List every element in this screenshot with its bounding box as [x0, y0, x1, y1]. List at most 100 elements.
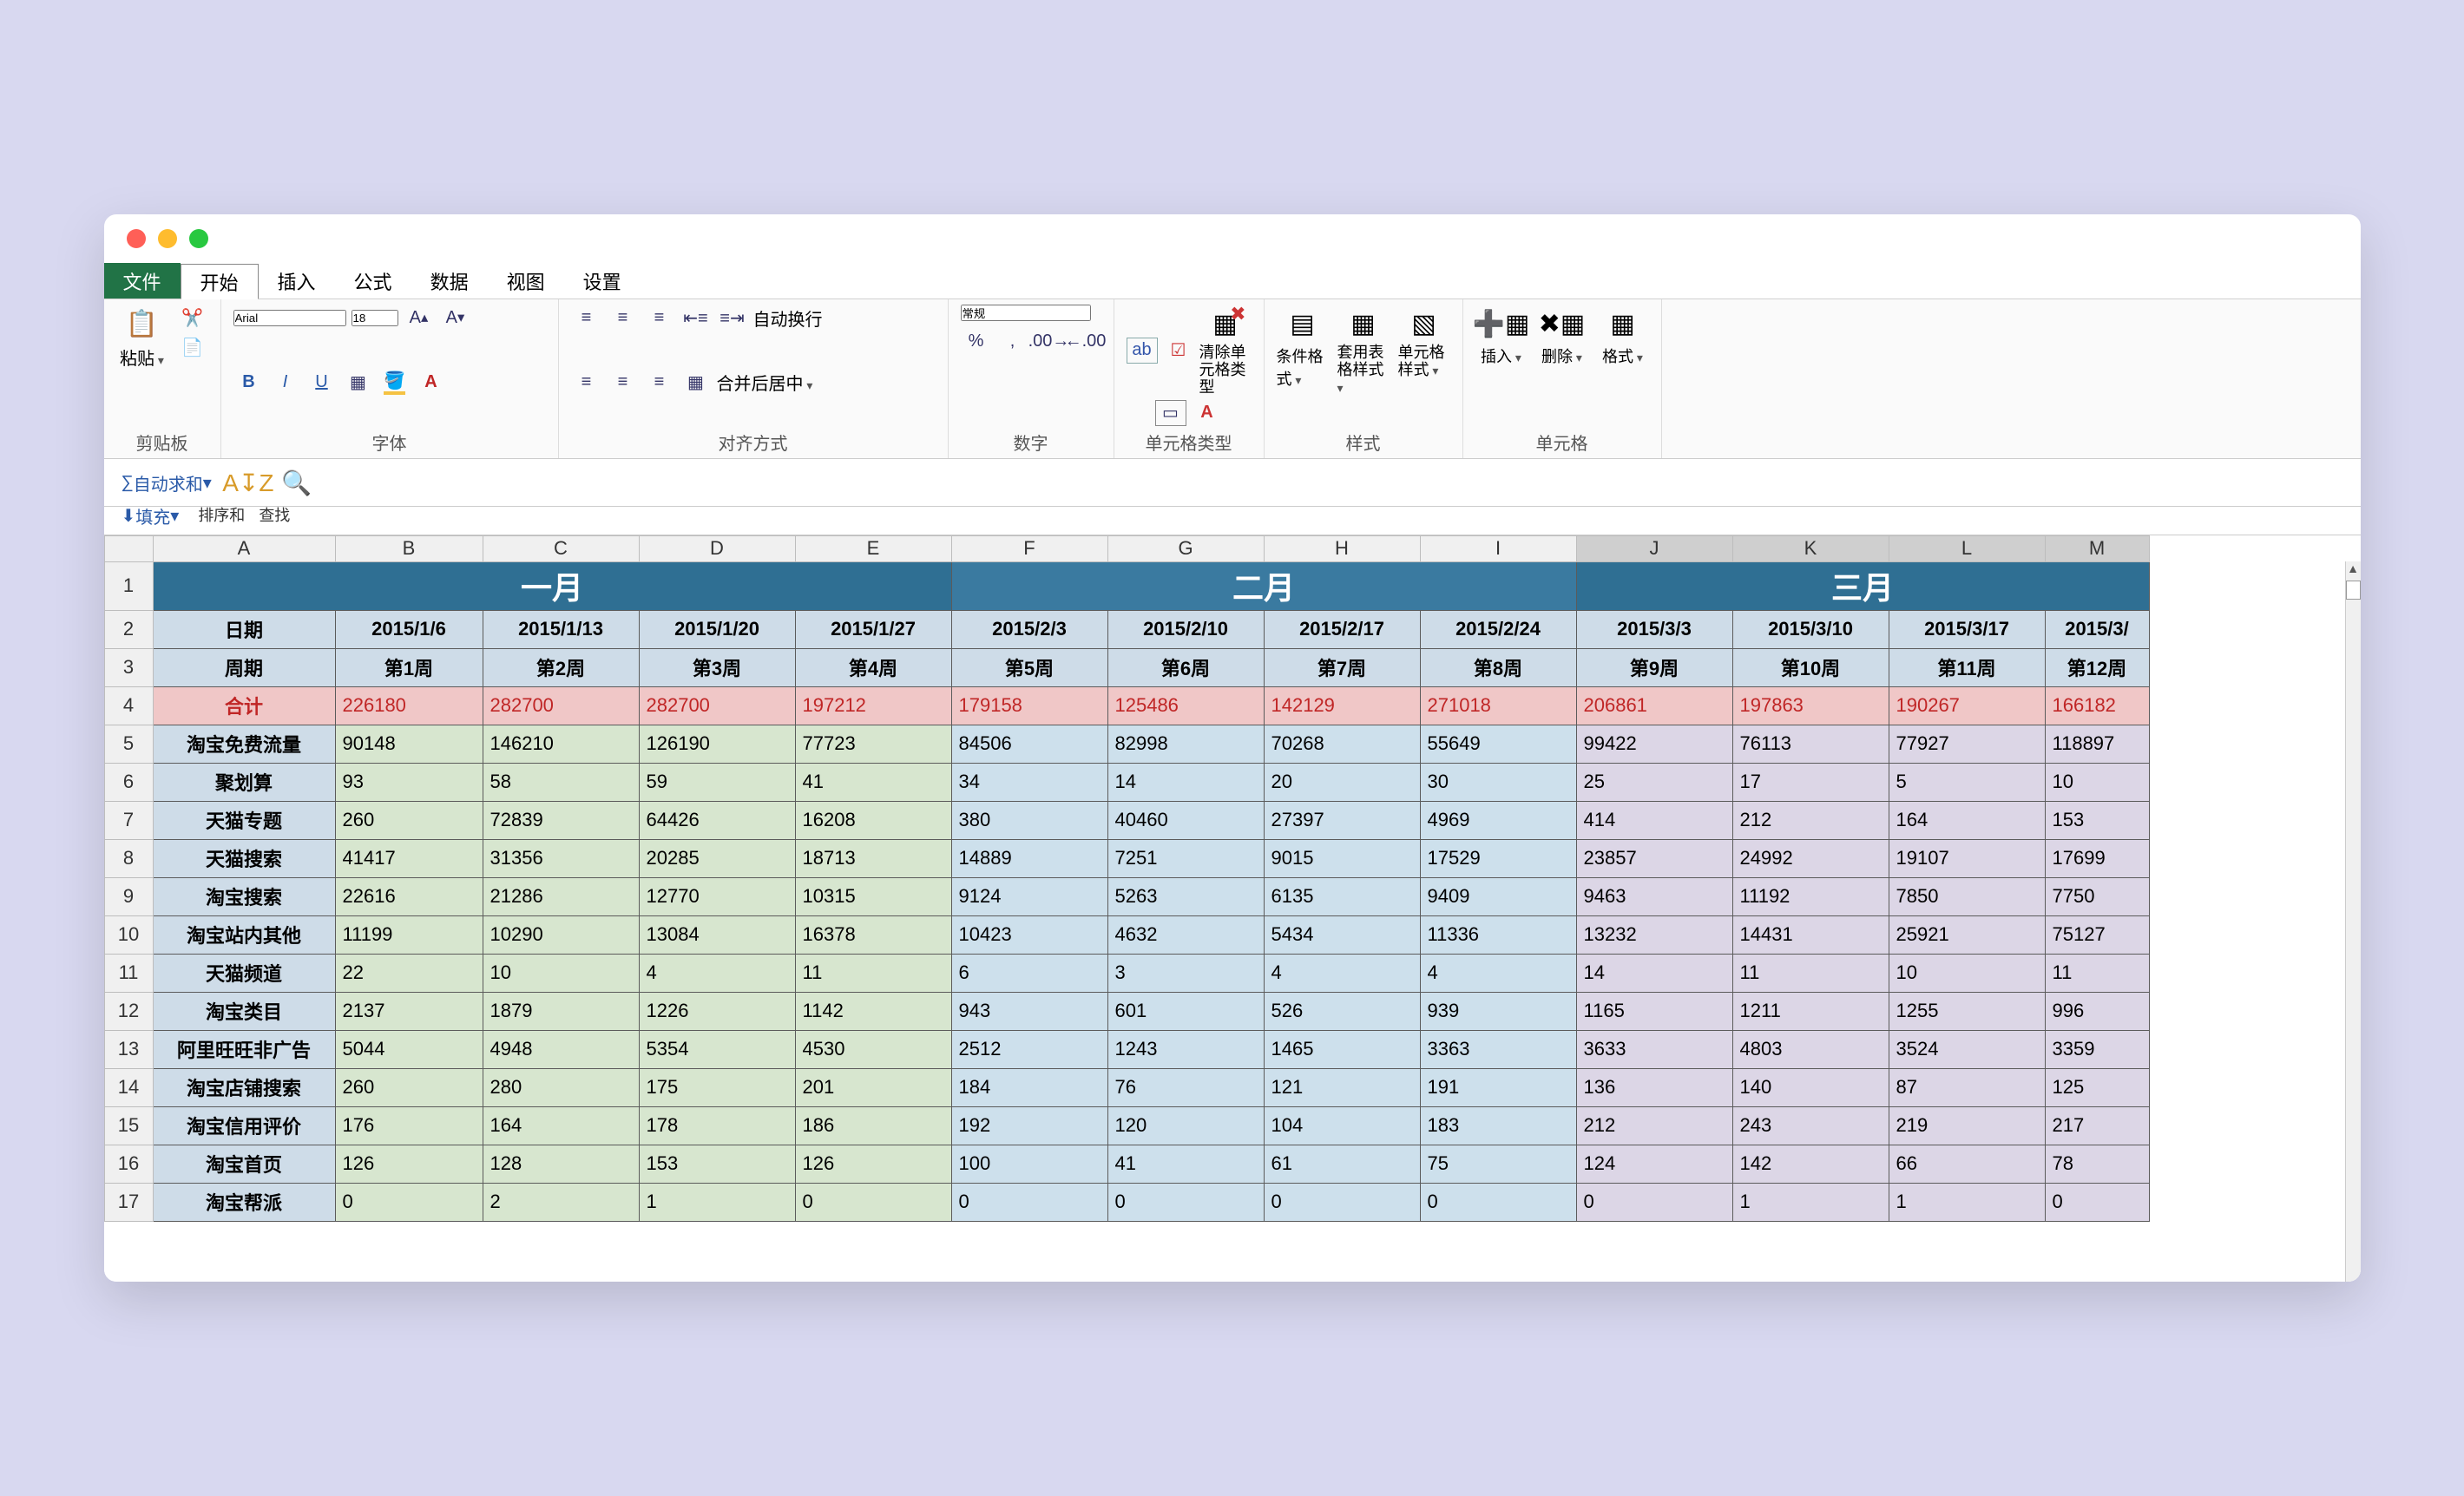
paste-button[interactable]: 📋 粘贴 [116, 305, 168, 370]
data-cell[interactable]: 6 [951, 954, 1107, 992]
data-cell[interactable]: 11 [1732, 954, 1889, 992]
data-cell[interactable]: 10 [1889, 954, 2045, 992]
align-right-button[interactable]: ≡ [644, 370, 675, 396]
data-cell[interactable]: 4632 [1107, 915, 1264, 954]
data-cell[interactable]: 414 [1576, 801, 1732, 839]
data-cell[interactable]: 27397 [1264, 801, 1420, 839]
column-header-B[interactable]: B [335, 535, 483, 561]
data-cell[interactable]: 1 [1889, 1183, 2045, 1221]
data-cell[interactable]: 59 [639, 763, 795, 801]
data-cell[interactable]: 126190 [639, 725, 795, 763]
data-cell[interactable]: 9124 [951, 877, 1107, 915]
data-cell[interactable]: 34 [951, 763, 1107, 801]
column-header-G[interactable]: G [1107, 535, 1264, 561]
date-cell[interactable]: 2015/1/6 [335, 610, 483, 648]
data-cell[interactable]: 124 [1576, 1145, 1732, 1183]
select-all-corner[interactable] [104, 535, 153, 561]
week-cell[interactable]: 第4周 [795, 648, 951, 686]
menu-data[interactable]: 数据 [411, 263, 488, 299]
week-cell[interactable]: 第12周 [2045, 648, 2149, 686]
data-cell[interactable]: 526 [1264, 992, 1420, 1030]
data-cell[interactable]: 90148 [335, 725, 483, 763]
data-cell[interactable]: 16378 [795, 915, 951, 954]
data-cell[interactable]: 260 [335, 1068, 483, 1106]
wrap-text-button[interactable]: 自动换行 [753, 305, 823, 331]
column-header-C[interactable]: C [483, 535, 639, 561]
total-label[interactable]: 合计 [153, 686, 335, 725]
data-cell[interactable]: 23857 [1576, 839, 1732, 877]
autosum-button[interactable]: ∑ 自动求和 ▾ [116, 470, 217, 496]
align-bottom-button[interactable]: ≡ [644, 305, 675, 331]
data-cell[interactable]: 24992 [1732, 839, 1889, 877]
data-cell[interactable]: 11 [2045, 954, 2149, 992]
insert-cells-button[interactable]: ➕▦ 插入 [1475, 305, 1528, 367]
font-color-button[interactable]: A [416, 370, 447, 396]
cut-button[interactable]: ✂️ [177, 305, 208, 331]
data-cell[interactable]: 25 [1576, 763, 1732, 801]
data-cell[interactable]: 104 [1264, 1106, 1420, 1145]
menu-formula[interactable]: 公式 [335, 263, 411, 299]
data-cell[interactable]: 58 [483, 763, 639, 801]
data-cell[interactable]: 601 [1107, 992, 1264, 1030]
menu-file[interactable]: 文件 [104, 263, 181, 299]
row-label[interactable]: 淘宝信用评价 [153, 1106, 335, 1145]
data-cell[interactable]: 176 [335, 1106, 483, 1145]
data-cell[interactable]: 126 [335, 1145, 483, 1183]
row-header-16[interactable]: 16 [104, 1145, 153, 1183]
data-cell[interactable]: 212 [1732, 801, 1889, 839]
data-cell[interactable]: 11 [795, 954, 951, 992]
data-cell[interactable]: 1 [1732, 1183, 1889, 1221]
data-cell[interactable]: 11199 [335, 915, 483, 954]
row-header-10[interactable]: 10 [104, 915, 153, 954]
menu-settings[interactable]: 设置 [564, 263, 641, 299]
align-left-button[interactable]: ≡ [571, 370, 602, 396]
date-cell[interactable]: 2015/1/20 [639, 610, 795, 648]
data-cell[interactable]: 219 [1889, 1106, 2045, 1145]
data-cell[interactable]: 9463 [1576, 877, 1732, 915]
data-cell[interactable]: 20 [1264, 763, 1420, 801]
comma-button[interactable]: , [997, 328, 1028, 354]
data-cell[interactable]: 70268 [1264, 725, 1420, 763]
column-header-K[interactable]: K [1732, 535, 1889, 561]
data-cell[interactable]: 55649 [1420, 725, 1576, 763]
data-cell[interactable]: 99422 [1576, 725, 1732, 763]
data-cell[interactable]: 1879 [483, 992, 639, 1030]
data-cell[interactable]: 9015 [1264, 839, 1420, 877]
cell-style-button[interactable]: ▧ 单元格样式 [1398, 305, 1450, 379]
row-header-12[interactable]: 12 [104, 992, 153, 1030]
data-cell[interactable]: 217 [2045, 1106, 2149, 1145]
data-cell[interactable]: 64426 [639, 801, 795, 839]
data-cell[interactable]: 4 [1264, 954, 1420, 992]
data-cell[interactable]: 943 [951, 992, 1107, 1030]
week-cell[interactable]: 第3周 [639, 648, 795, 686]
decrease-indent-button[interactable]: ⇤≡ [680, 305, 712, 331]
total-cell[interactable]: 197863 [1732, 686, 1889, 725]
scroll-up-arrow[interactable]: ▲ [2346, 561, 2361, 575]
data-cell[interactable]: 178 [639, 1106, 795, 1145]
minimize-window-button[interactable] [158, 229, 177, 248]
data-cell[interactable]: 0 [1576, 1183, 1732, 1221]
decrease-font-button[interactable]: A▾ [440, 305, 471, 331]
data-cell[interactable]: 10 [2045, 763, 2149, 801]
row-header-13[interactable]: 13 [104, 1030, 153, 1068]
sort-filter-icon[interactable]: A↧Z [231, 466, 266, 501]
data-cell[interactable]: 3363 [1420, 1030, 1576, 1068]
align-middle-button[interactable]: ≡ [608, 305, 639, 331]
date-cell[interactable]: 2015/1/13 [483, 610, 639, 648]
row-header-4[interactable]: 4 [104, 686, 153, 725]
data-cell[interactable]: 66 [1889, 1145, 2045, 1183]
align-center-button[interactable]: ≡ [608, 370, 639, 396]
row-label[interactable]: 聚划算 [153, 763, 335, 801]
vertical-scrollbar[interactable]: ▲ [2345, 561, 2361, 1282]
data-cell[interactable]: 75 [1420, 1145, 1576, 1183]
month-header-2[interactable]: 二月 [951, 561, 1576, 610]
data-cell[interactable]: 0 [1264, 1183, 1420, 1221]
data-cell[interactable]: 41 [795, 763, 951, 801]
row-header-1[interactable]: 1 [104, 561, 153, 610]
data-cell[interactable]: 87 [1889, 1068, 2045, 1106]
data-cell[interactable]: 212 [1576, 1106, 1732, 1145]
data-cell[interactable]: 7251 [1107, 839, 1264, 877]
row-label[interactable]: 天猫搜索 [153, 839, 335, 877]
week-label[interactable]: 周期 [153, 648, 335, 686]
total-cell[interactable]: 190267 [1889, 686, 2045, 725]
